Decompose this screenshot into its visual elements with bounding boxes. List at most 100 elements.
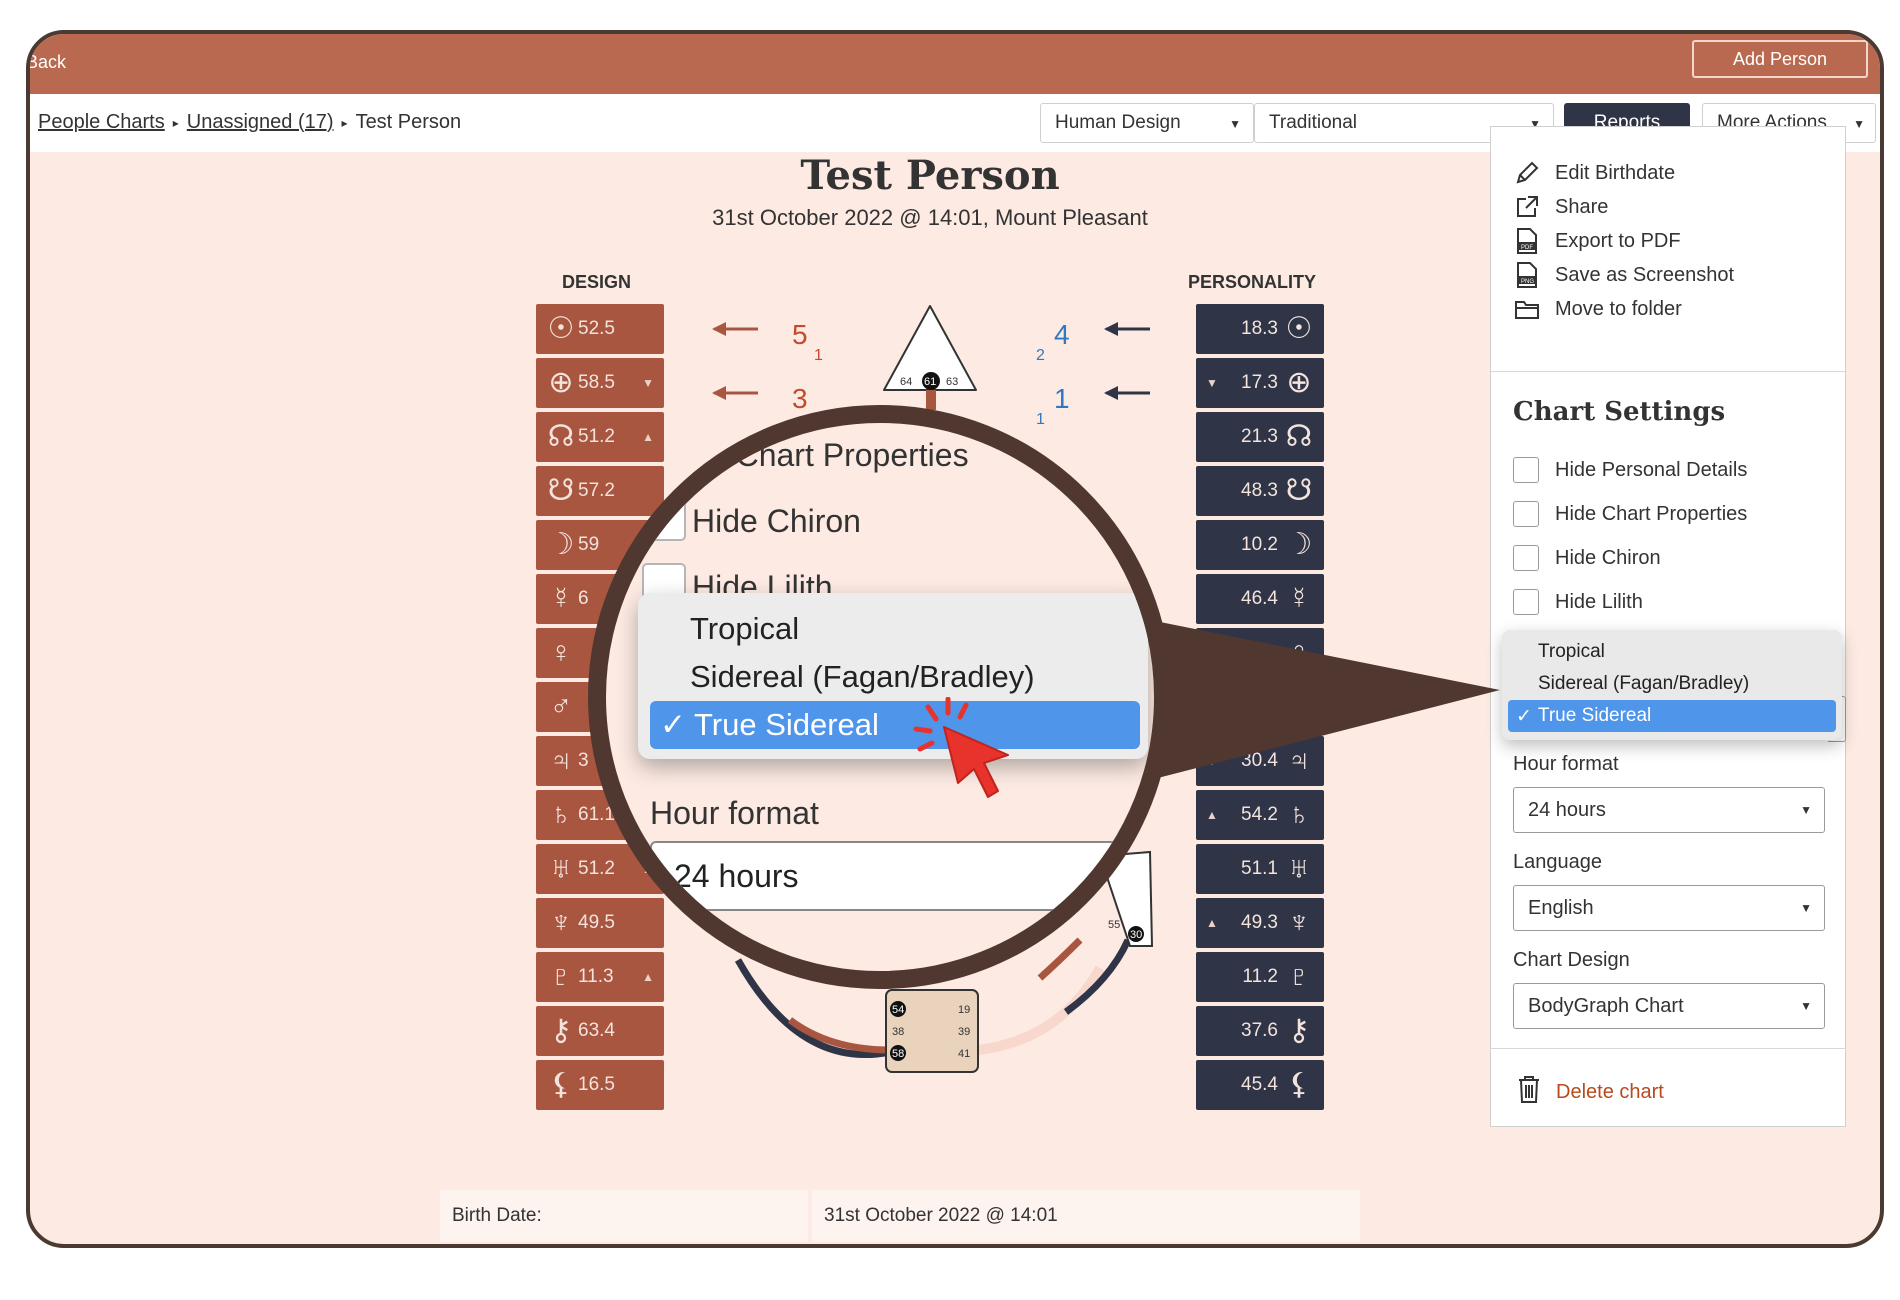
hide-personal-details-checkbox[interactable]: Hide Personal Details bbox=[1513, 457, 1747, 483]
chiron-icon: ⚷ bbox=[1288, 1014, 1310, 1047]
edit-birthdate-label: Edit Birthdate bbox=[1555, 161, 1676, 184]
design-planet-value: 16.5 bbox=[578, 1074, 615, 1095]
png-icon: PNG bbox=[1513, 261, 1541, 289]
magnified-hour-format-input: 24 hours bbox=[650, 841, 1154, 911]
personality-planet-row[interactable]: 45.4 ⚸ bbox=[1196, 1060, 1324, 1110]
hide-chiron-checkbox[interactable]: Hide Chiron bbox=[1513, 545, 1661, 571]
personality-planet-row[interactable]: 11.2 ♇ bbox=[1196, 952, 1324, 1002]
breadcrumb-unassigned[interactable]: Unassigned (17) bbox=[187, 111, 334, 134]
personality-planet-row[interactable]: 37.6 ⚷ bbox=[1196, 1006, 1324, 1056]
hour-format-select[interactable]: 24 hours ▼ bbox=[1513, 787, 1825, 833]
personality-column: 18.3 ☉ ▼ 17.3 ⊕ 21.3 ☊ 48.3 ☋ 10.2 ☽ 46.4 ☿ ♀ 23.6 ♂ ▼ 30… bbox=[1196, 304, 1324, 1114]
arrow-indicator-icon: ▲ bbox=[1206, 808, 1218, 822]
delete-chart-label: Delete chart bbox=[1556, 1080, 1664, 1103]
checkbox-label: Hide Chart Properties bbox=[1555, 502, 1748, 525]
design-planet-row[interactable]: ⚸ 16.5 bbox=[536, 1060, 664, 1110]
personality-planet-row[interactable]: ♀ bbox=[1196, 628, 1324, 678]
chart-design-label: Chart Design bbox=[1513, 949, 1630, 971]
design-planet-value: 63.4 bbox=[578, 1020, 615, 1041]
add-person-button[interactable]: Add Person bbox=[1692, 40, 1868, 78]
checkbox-box[interactable] bbox=[1513, 589, 1539, 615]
earth-icon: ⊕ bbox=[548, 366, 574, 399]
caret-down-icon: ▼ bbox=[1800, 803, 1812, 817]
earth-icon: ⊕ bbox=[1286, 366, 1312, 399]
option-label: Tropical bbox=[1538, 641, 1605, 662]
magnified-option-tropical: Tropical bbox=[690, 611, 800, 646]
lilith-icon: ⚸ bbox=[550, 1068, 572, 1101]
personality-planet-row[interactable]: 48.3 ☋ bbox=[1196, 466, 1324, 516]
personality-planet-row[interactable]: 46.4 ☿ bbox=[1196, 574, 1324, 624]
jupiter-icon: ♃ bbox=[549, 744, 573, 777]
move-to-folder-action[interactable]: Move to folder bbox=[1513, 295, 1682, 323]
personality-planet-row[interactable]: ▲ 54.2 ♄ bbox=[1196, 790, 1324, 840]
birth-date-value: 31st October 2022 @ 14:01 bbox=[812, 1190, 1360, 1242]
option-label: True Sidereal bbox=[693, 707, 879, 742]
mars-icon: ♂ bbox=[549, 690, 573, 723]
hide-lilith-checkbox[interactable]: Hide Lilith bbox=[1513, 589, 1643, 615]
export-pdf-action[interactable]: PDF Export to PDF bbox=[1513, 227, 1681, 255]
pencil-icon bbox=[1513, 159, 1541, 187]
zodiac-option-true-sidereal[interactable]: ✓ True Sidereal bbox=[1508, 700, 1836, 732]
breadcrumb-separator-icon: ▸ bbox=[172, 115, 179, 130]
personality-planet-row[interactable]: ▼ 30.4 ♃ bbox=[1196, 736, 1324, 786]
magnified-zodiac-menu: Tropical Sidereal (Fagan/Bradley) ✓ True… bbox=[638, 593, 1148, 759]
design-planet-row[interactable]: ⚷ 63.4 bbox=[536, 1006, 664, 1056]
hide-chart-properties-checkbox[interactable]: Hide Chart Properties bbox=[1513, 501, 1747, 527]
personality-planet-row[interactable]: 21.3 ☊ bbox=[1196, 412, 1324, 462]
design-planet-row[interactable]: ☉ 52.5 bbox=[536, 304, 664, 354]
personality-planet-value: 17.3 bbox=[1241, 372, 1278, 393]
chart-subtitle: 31st October 2022 @ 14:01, Mount Pleasan… bbox=[712, 205, 1148, 230]
language-select[interactable]: English ▼ bbox=[1513, 885, 1825, 931]
checkbox-label: Hide Personal Details bbox=[1555, 458, 1748, 481]
personality-planet-row[interactable]: ▲ 49.3 ♆ bbox=[1196, 898, 1324, 948]
checkbox-label: Hide Lilith bbox=[1555, 590, 1643, 613]
personality-planet-value: 49.3 bbox=[1241, 912, 1278, 933]
personality-planet-value: 46.4 bbox=[1241, 588, 1278, 609]
trash-icon bbox=[1516, 1074, 1542, 1110]
south-node-icon: ☋ bbox=[1285, 474, 1313, 507]
back-link[interactable]: Back bbox=[30, 52, 66, 73]
share-action[interactable]: Share bbox=[1513, 193, 1608, 221]
design-planet-row[interactable]: ⊕ 58.5 ▼ bbox=[536, 358, 664, 408]
checkbox-box[interactable] bbox=[1513, 457, 1539, 483]
breadcrumb-people-charts[interactable]: People Charts bbox=[38, 111, 165, 134]
save-screenshot-action[interactable]: PNG Save as Screenshot bbox=[1513, 261, 1734, 289]
pdf-icon: PDF bbox=[1513, 227, 1541, 255]
neptune-icon: ♆ bbox=[1287, 906, 1311, 939]
option-label: True Sidereal bbox=[1537, 705, 1652, 726]
magnified-hour-format-label: Hour format bbox=[650, 795, 819, 831]
language-label: Language bbox=[1513, 851, 1602, 873]
checkbox-label: Hide Chiron bbox=[1555, 546, 1661, 569]
arrow-indicator-icon: ▲ bbox=[642, 970, 654, 984]
svg-text:PDF: PDF bbox=[1521, 245, 1533, 251]
personality-planet-value: 37.6 bbox=[1241, 1020, 1278, 1041]
magnified-hour-format-value: 24 hours bbox=[674, 857, 799, 894]
option-label: Sidereal (Fagan/Bradley) bbox=[1538, 673, 1750, 694]
breadcrumb: People Charts ▸ Unassigned (17) ▸ Test P… bbox=[38, 111, 461, 134]
venus-icon: ♀ bbox=[1287, 636, 1311, 669]
checkbox-box[interactable] bbox=[1513, 545, 1539, 571]
personality-planet-row[interactable]: 10.2 ☽ bbox=[1196, 520, 1324, 570]
chart-title: Test Person bbox=[800, 152, 1060, 199]
personality-planet-row[interactable]: 23.6 ♂ bbox=[1196, 682, 1324, 732]
lilith-icon: ⚸ bbox=[1288, 1068, 1310, 1101]
arrow-indicator-icon: ▼ bbox=[642, 376, 654, 390]
uranus-icon: ♅ bbox=[549, 852, 573, 885]
zodiac-option-tropical[interactable]: Tropical bbox=[1508, 636, 1836, 668]
personality-planet-value: 54.2 bbox=[1241, 804, 1278, 825]
personality-planet-row[interactable]: 51.1 ♅ bbox=[1196, 844, 1324, 894]
personality-planet-row[interactable]: 18.3 ☉ bbox=[1196, 304, 1324, 354]
checkbox-box[interactable] bbox=[1513, 501, 1539, 527]
chart-design-select[interactable]: BodyGraph Chart ▼ bbox=[1513, 983, 1825, 1029]
more-actions-panel: Edit Birthdate Share PDF Export to PDF P… bbox=[1490, 126, 1846, 1126]
edit-birthdate-action[interactable]: Edit Birthdate bbox=[1513, 159, 1675, 187]
design-planet-value: 52.5 bbox=[578, 318, 615, 339]
uranus-icon: ♅ bbox=[1287, 852, 1311, 885]
personality-planet-value: 45.4 bbox=[1241, 1074, 1278, 1095]
zodiac-option-sidereal-fagan[interactable]: Sidereal (Fagan/Bradley) bbox=[1508, 668, 1836, 700]
chart-type-select[interactable]: Human Design ▼ bbox=[1040, 103, 1254, 143]
delete-chart-action[interactable]: Delete chart bbox=[1516, 1074, 1664, 1110]
caret-down-icon: ▼ bbox=[1800, 901, 1812, 915]
personality-planet-row[interactable]: ▼ 17.3 ⊕ bbox=[1196, 358, 1324, 408]
personality-planet-value: 48.3 bbox=[1241, 480, 1278, 501]
